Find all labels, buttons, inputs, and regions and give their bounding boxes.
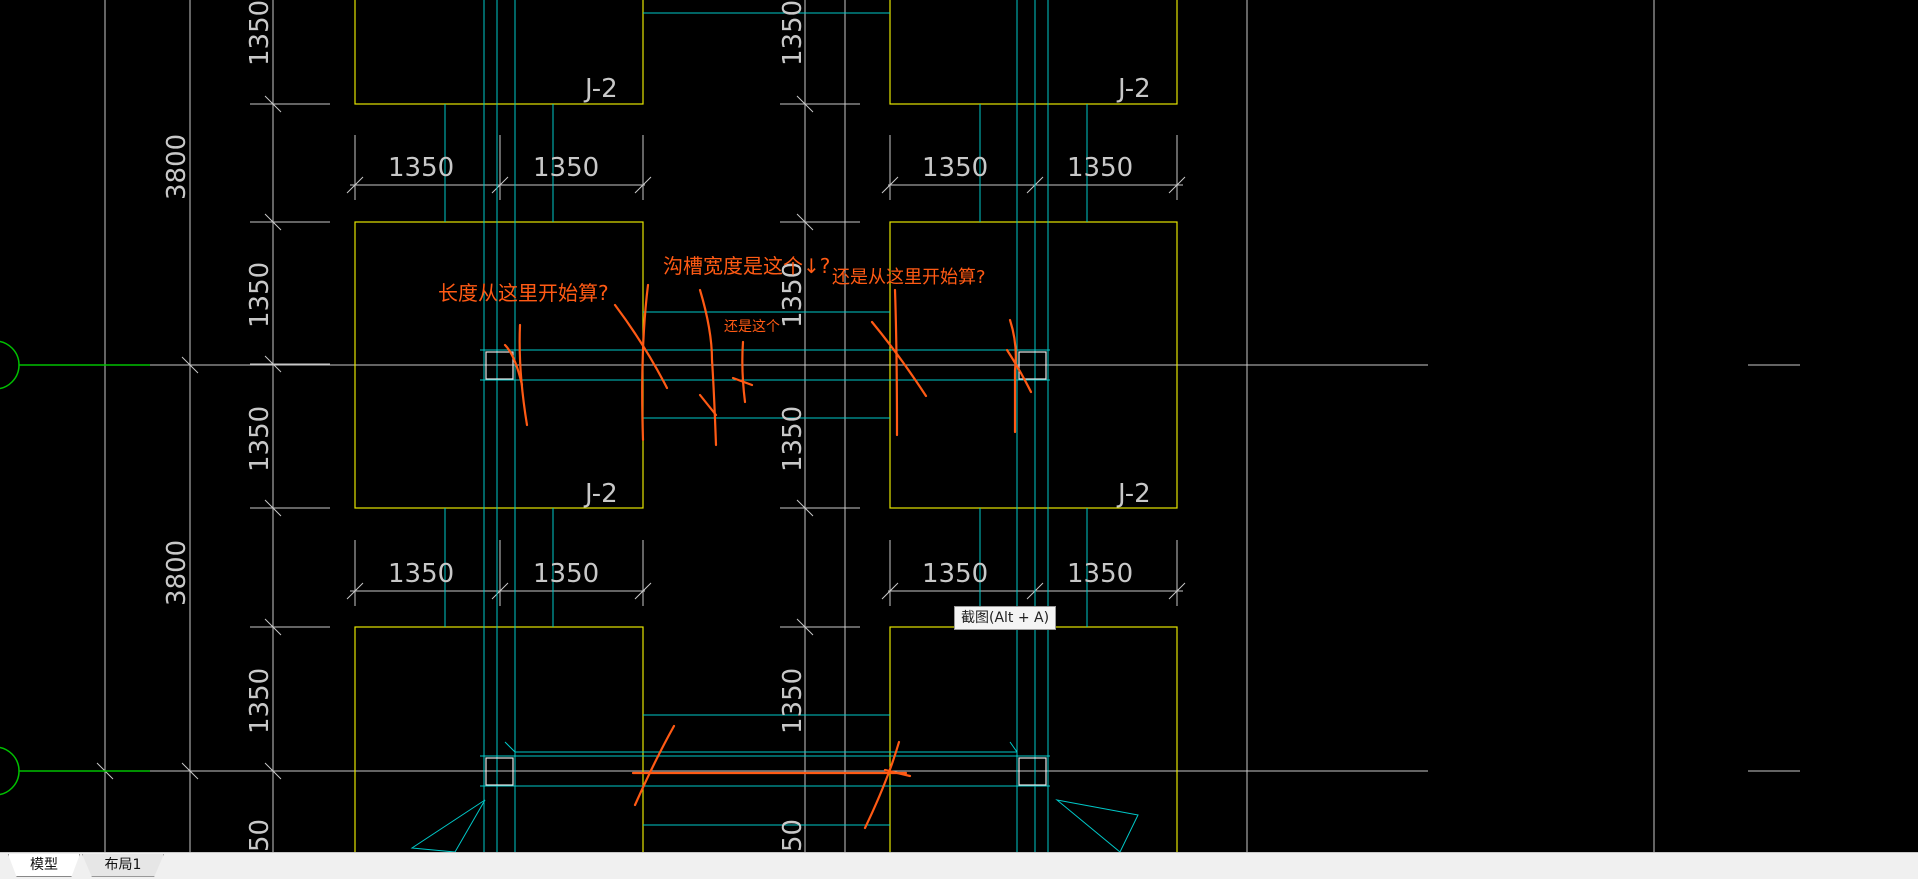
beams	[410, 0, 1139, 852]
dim-text: 1350	[778, 406, 808, 472]
screenshot-tooltip: 截图(Alt + A)	[954, 606, 1057, 630]
dim-text: 1350	[922, 153, 988, 183]
dim-text: 1350	[388, 559, 454, 589]
dim-text: 1350	[778, 0, 808, 66]
dim-text: 1350	[922, 559, 988, 589]
dimension-texts: 1350 1350 1350 1350 50 1350 1350 1350 13…	[162, 0, 1151, 852]
annotation-length-start: 长度从这里开始算?	[438, 281, 609, 305]
dim-text: 3800	[162, 540, 192, 606]
tab-model[interactable]: 模型	[8, 854, 80, 877]
dim-text: 50	[778, 819, 808, 852]
annotation-trench-width: 沟槽宽度是这个↓?	[663, 254, 830, 278]
footing-tag: J-2	[1116, 479, 1151, 509]
tab-layout1[interactable]: 布局1	[82, 854, 164, 877]
dim-text: 50	[245, 819, 275, 852]
footing-tag: J-2	[583, 479, 618, 509]
markup-strokes	[503, 283, 1033, 830]
footing-tag: J-2	[1116, 74, 1151, 104]
footing-tag: J-2	[583, 74, 618, 104]
dim-text: 1350	[245, 406, 275, 472]
dim-text: 1350	[778, 668, 808, 734]
dim-text: 1350	[245, 0, 275, 66]
dim-text: 1350	[245, 668, 275, 734]
cad-drawing-canvas[interactable]: 1350 1350 1350 1350 50 1350 1350 1350 13…	[0, 0, 1918, 852]
footings	[354, 0, 1178, 852]
guide-lines	[20, 0, 1800, 852]
dim-text: 1350	[533, 559, 599, 589]
dim-text: 1350	[388, 153, 454, 183]
dim-text: 1350	[1067, 559, 1133, 589]
dim-text: 1350	[1067, 153, 1133, 183]
dim-text: 3800	[162, 134, 192, 200]
axis-bubbles	[0, 340, 150, 796]
layout-tab-bar: 模型 布局1	[0, 852, 1918, 879]
dim-text: 1350	[245, 262, 275, 328]
annotation-or-this: 还是这个	[724, 318, 780, 335]
dim-text: 1350	[533, 153, 599, 183]
markup-texts: 长度从这里开始算? 沟槽宽度是这个↓? 还是这个 还是从这里开始算?	[438, 254, 986, 335]
annotation-or-start-here: 还是从这里开始算?	[832, 267, 986, 288]
